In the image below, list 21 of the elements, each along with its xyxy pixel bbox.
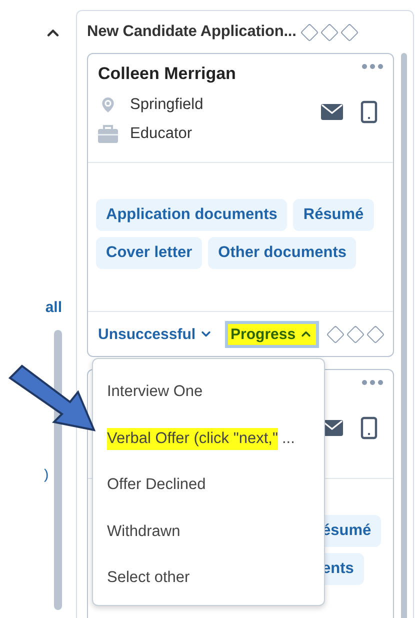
briefcase-icon [98, 124, 118, 142]
candidate-location: Springfield [130, 96, 204, 114]
action-dropdown-button[interactable]: Progress [224, 320, 319, 348]
candidate-name: Colleen Merrigan [98, 64, 236, 84]
document-tag[interactable]: Application documents [96, 199, 288, 231]
menu-item[interactable]: Verbal Offer (click "next," ... [93, 416, 324, 462]
menu-item[interactable]: Interview One [93, 369, 324, 416]
document-tag[interactable]: Other documents [208, 237, 356, 269]
candidate-card[interactable]: Colleen Merrigan Springfield Educator Application documents Résumé Cover letter Other documents Unsuccessful Progress [87, 53, 394, 357]
menu-item[interactable]: Offer Declined [93, 462, 324, 508]
scrollbar[interactable] [401, 53, 407, 618]
all-link[interactable]: all [45, 299, 62, 316]
document-tag[interactable]: Cover letter [96, 237, 202, 269]
mail-icon[interactable] [321, 104, 344, 120]
column-title: New Candidate Application... [87, 23, 296, 41]
more-icon[interactable] [362, 380, 384, 385]
more-icon[interactable] [362, 64, 384, 69]
document-tag[interactable]: Résumé [293, 199, 374, 231]
sidebar-text: ) [44, 466, 49, 482]
action-dropdown-button[interactable]: Unsuccessful [92, 320, 219, 348]
candidate-occupation: Educator [130, 124, 192, 142]
